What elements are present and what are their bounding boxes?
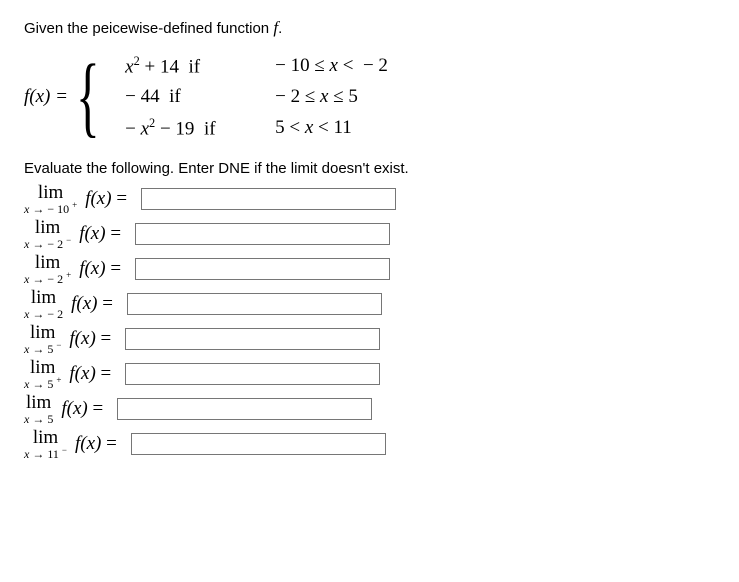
limit-answer-input[interactable] [131, 433, 386, 455]
limit-answer-input[interactable] [117, 398, 372, 420]
piece-row: − x2 − 19 if 5 < x < 11 [125, 116, 465, 140]
lim-word: lim [26, 393, 51, 412]
limit-notation: limx → 5 [24, 393, 53, 425]
lim-word: lim [30, 358, 55, 377]
left-brace-icon: { [76, 52, 100, 142]
piece-expr: x2 + 14 if [125, 54, 275, 78]
limit-answer-input[interactable] [141, 188, 396, 210]
limit-notation: limx → 11 − [24, 428, 67, 460]
limit-row: limx → 5 f(x) = [24, 393, 715, 425]
limit-row: limx → − 10 + f(x) = [24, 183, 715, 215]
lim-word: lim [33, 428, 58, 447]
intro-prefix: Given the peicewise-defined function [24, 20, 273, 37]
fx-expression: f(x) = [69, 363, 119, 385]
piecewise-definition: f(x) = { x2 + 14 if − 10 ≤ x < − 2 − 44 … [24, 52, 715, 142]
limit-answer-input[interactable] [135, 223, 390, 245]
limit-notation: limx → 5 + [24, 358, 61, 390]
lim-approach: x → 5 − [24, 343, 61, 355]
limit-notation: limx → − 2 − [24, 218, 71, 250]
limit-row: limx → 5 − f(x) = [24, 323, 715, 355]
lim-word: lim [35, 218, 60, 237]
lim-approach: x → 11 − [24, 448, 67, 460]
limit-notation: limx → 5 − [24, 323, 61, 355]
intro-suffix: . [278, 20, 282, 37]
limit-notation: limx → − 10 + [24, 183, 77, 215]
piecewise-pieces: x2 + 14 if − 10 ≤ x < − 2 − 44 if − 2 ≤ … [125, 54, 465, 141]
piece-row: x2 + 14 if − 10 ≤ x < − 2 [125, 54, 465, 78]
limits-list: limx → − 10 +f(x) =limx → − 2 −f(x) =lim… [24, 183, 715, 460]
piece-cond: − 10 ≤ x < − 2 [275, 55, 465, 77]
fx-expression: f(x) = [79, 223, 129, 245]
piece-expr: − 44 if [125, 86, 275, 108]
limit-notation: limx → − 2 + [24, 253, 71, 285]
piecewise-lhs: f(x) = [24, 86, 68, 108]
fx-expression: f(x) = [69, 328, 119, 350]
limit-row: limx → − 2 f(x) = [24, 288, 715, 320]
piece-expr: − x2 − 19 if [125, 116, 275, 140]
lim-approach: x → 5 + [24, 378, 61, 390]
fx-expression: f(x) = [79, 258, 129, 280]
lim-word: lim [30, 323, 55, 342]
limit-row: limx → 5 + f(x) = [24, 358, 715, 390]
instruction-text: Evaluate the following. Enter DNE if the… [24, 160, 715, 177]
limit-row: limx → − 2 − f(x) = [24, 218, 715, 250]
fx-expression: f(x) = [75, 433, 125, 455]
limit-notation: limx → − 2 [24, 288, 63, 320]
limit-answer-input[interactable] [125, 328, 380, 350]
lim-word: lim [31, 288, 56, 307]
intro-text: Given the peicewise-defined function f. [24, 18, 715, 38]
piece-row: − 44 if − 2 ≤ x ≤ 5 [125, 86, 465, 108]
lim-approach: x → − 10 + [24, 203, 77, 215]
problem-page: Given the peicewise-defined function f. … [0, 0, 739, 582]
lim-approach: x → − 2 [24, 308, 63, 320]
limit-row: limx → − 2 + f(x) = [24, 253, 715, 285]
lim-word: lim [35, 253, 60, 272]
lim-approach: x → − 2 + [24, 273, 71, 285]
piece-cond: − 2 ≤ x ≤ 5 [275, 86, 465, 108]
limit-answer-input[interactable] [135, 258, 390, 280]
limit-answer-input[interactable] [127, 293, 382, 315]
piece-cond: 5 < x < 11 [275, 117, 465, 139]
limit-row: limx → 11 − f(x) = [24, 428, 715, 460]
fx-expression: f(x) = [71, 293, 121, 315]
lim-approach: x → 5 [24, 413, 53, 425]
limit-answer-input[interactable] [125, 363, 380, 385]
lim-word: lim [38, 183, 63, 202]
fx-expression: f(x) = [85, 188, 135, 210]
lim-approach: x → − 2 − [24, 238, 71, 250]
fx-expression: f(x) = [61, 398, 111, 420]
